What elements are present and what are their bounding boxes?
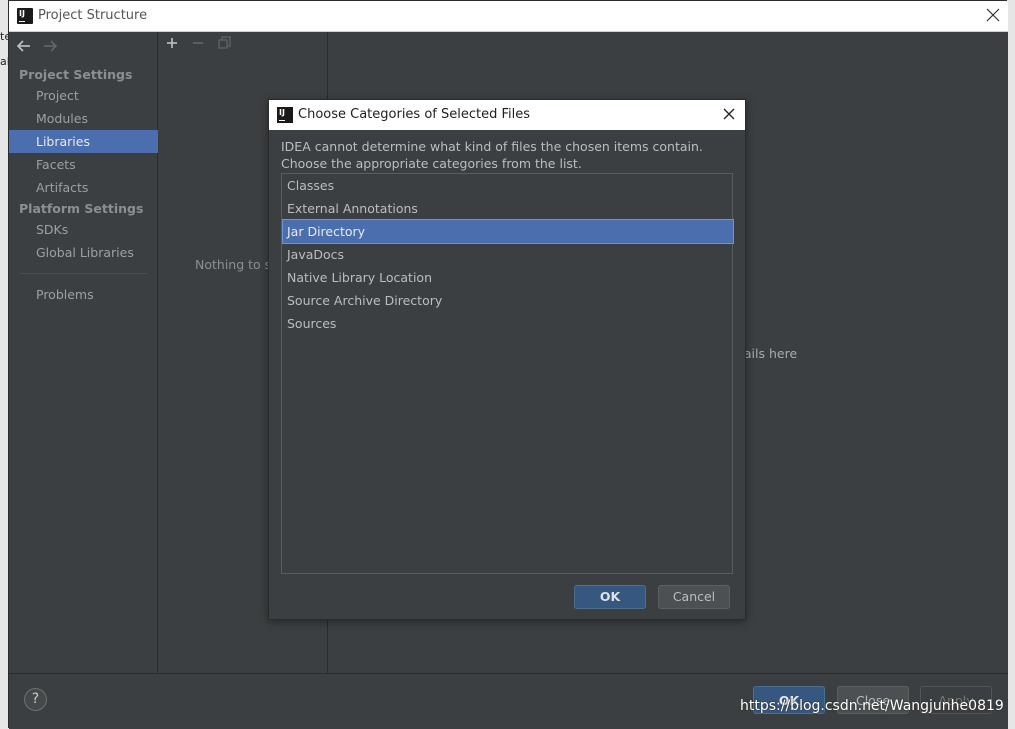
nav-item-libraries[interactable]: Libraries <box>9 130 158 153</box>
category-item-external-annotations[interactable]: External Annotations <box>283 197 733 220</box>
dialog-message-line1: IDEA cannot determine what kind of files… <box>281 139 703 154</box>
category-item-source-archive-directory[interactable]: Source Archive Directory <box>283 289 733 312</box>
category-list[interactable]: Classes External Annotations Jar Directo… <box>281 173 734 574</box>
window-title: Project Structure <box>38 8 148 23</box>
nav-item-project[interactable]: Project <box>9 84 158 107</box>
dialog-message-line2: Choose the appropriate categories from t… <box>281 156 582 171</box>
nav-divider <box>19 273 147 274</box>
dialog-titlebar[interactable]: Choose Categories of Selected Files <box>269 100 745 130</box>
nav-item-artifacts[interactable]: Artifacts <box>9 176 158 199</box>
background-window-edge: te al <box>0 0 11 728</box>
dialog-cancel-button[interactable]: Cancel <box>658 585 730 609</box>
nav-item-problems[interactable]: Problems <box>9 283 158 306</box>
nav-item-modules[interactable]: Modules <box>9 107 158 130</box>
remove-icon[interactable] <box>192 37 204 49</box>
add-icon[interactable] <box>166 37 178 49</box>
category-item-classes[interactable]: Classes <box>283 174 733 197</box>
arrow-left-icon[interactable] <box>16 39 32 53</box>
nav-section-platform-settings: Platform Settings <box>19 201 144 216</box>
dialog-title: Choose Categories of Selected Files <box>298 107 531 122</box>
settings-navigation: Project Settings Project Modules Librari… <box>9 32 158 673</box>
close-icon[interactable] <box>721 106 737 122</box>
category-item-jar-directory[interactable]: Jar Directory <box>282 219 734 244</box>
intellij-logo-icon <box>277 107 293 123</box>
nav-item-sdks[interactable]: SDKs <box>9 218 158 241</box>
copy-icon[interactable] <box>218 36 231 49</box>
empty-list-text: Nothing to sh <box>195 257 280 272</box>
dialog-ok-button[interactable]: OK <box>574 585 646 609</box>
nav-section-project-settings: Project Settings <box>19 67 133 82</box>
nav-item-global-libraries[interactable]: Global Libraries <box>9 241 158 264</box>
arrow-right-icon[interactable] <box>42 39 58 53</box>
watermark-text: https://blog.csdn.net/Wangjunhe0819 <box>740 698 1004 714</box>
nav-item-facets[interactable]: Facets <box>9 153 158 176</box>
help-button[interactable]: ? <box>24 688 47 711</box>
intellij-logo-icon <box>17 8 33 24</box>
category-item-sources[interactable]: Sources <box>283 312 733 335</box>
category-item-native-library-location[interactable]: Native Library Location <box>283 266 733 289</box>
choose-categories-dialog: Choose Categories of Selected Files IDEA… <box>268 99 746 620</box>
category-item-javadocs[interactable]: JavaDocs <box>283 243 733 266</box>
empty-details-text: tails here <box>739 346 798 361</box>
close-icon[interactable] <box>984 6 1002 24</box>
window-titlebar[interactable]: Project Structure <box>9 1 1008 32</box>
